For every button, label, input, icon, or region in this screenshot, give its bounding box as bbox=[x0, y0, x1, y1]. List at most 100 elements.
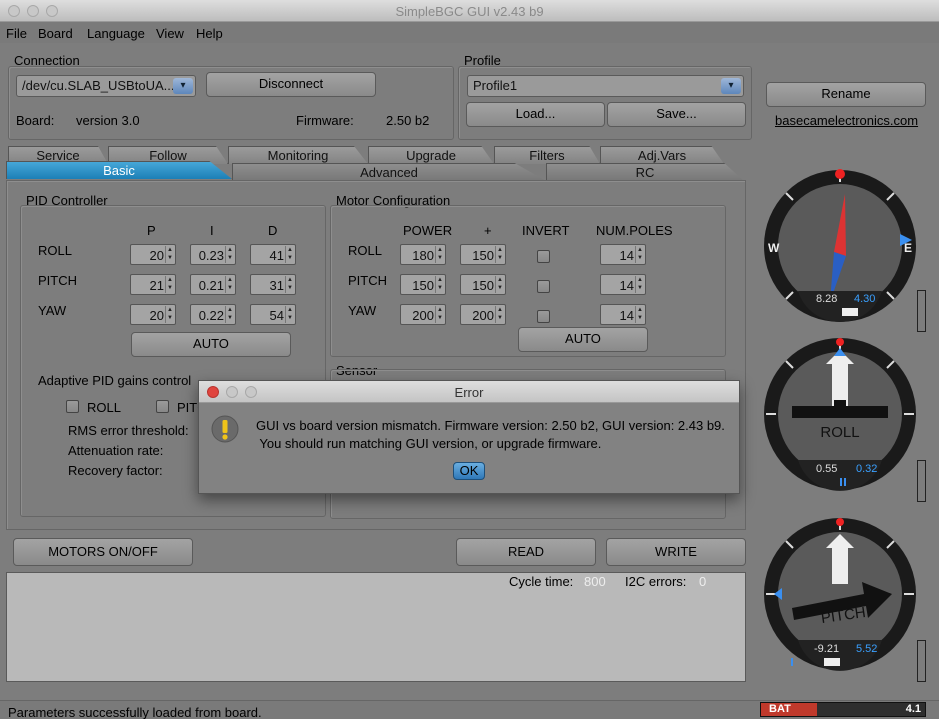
spinner-arrows-icon[interactable]: ▲ ▼ bbox=[635, 246, 644, 263]
menu-view[interactable]: View bbox=[156, 26, 184, 41]
spinner-arrows-icon[interactable]: ▲ ▼ bbox=[495, 246, 504, 263]
spinner-arrows-icon[interactable]: ▲ ▼ bbox=[495, 306, 504, 323]
pitch-gauge: PITCH -9.21 5.52 bbox=[764, 518, 916, 671]
pitch-d-spinner[interactable]: 31 ▲ ▼ bbox=[250, 274, 296, 295]
chevron-down-icon: ▾ bbox=[173, 78, 193, 94]
pitch-p-spinner[interactable]: 21 ▲ ▼ bbox=[130, 274, 176, 295]
pitch-plus-spinner[interactable]: 150 ▲ ▼ bbox=[460, 274, 506, 295]
spinner-value: 14 bbox=[619, 248, 634, 263]
roll-poles-spinner[interactable]: 14 ▲ ▼ bbox=[600, 244, 646, 265]
motor-row-label: ROLL bbox=[348, 243, 382, 258]
yaw-angle-value: 8.28 bbox=[816, 293, 837, 305]
tab-monitoring[interactable]: Monitoring bbox=[228, 146, 368, 164]
adaptive-pitch-checkbox[interactable] bbox=[156, 400, 169, 413]
tab-filters[interactable]: Filters bbox=[494, 146, 600, 164]
yaw-indicator-bar bbox=[842, 308, 858, 316]
motor-col-poles: NUM.POLES bbox=[596, 223, 673, 238]
spinner-value: 150 bbox=[472, 248, 494, 263]
save-profile-button[interactable]: Save... bbox=[607, 102, 746, 127]
write-button[interactable]: WRITE bbox=[606, 538, 746, 566]
dialog-ok-button[interactable]: OK bbox=[453, 462, 485, 480]
compass-east-label: E bbox=[904, 241, 912, 255]
roll-power-spinner[interactable]: 180 ▲ ▼ bbox=[400, 244, 446, 265]
i2c-errors-label: I2C errors: bbox=[625, 574, 687, 589]
pid-col-p: P bbox=[147, 223, 156, 238]
spinner-value: 54 bbox=[269, 308, 284, 323]
recovery-label: Recovery factor: bbox=[68, 463, 163, 478]
pitch-rate-value: 5.52 bbox=[856, 643, 877, 655]
warning-icon bbox=[211, 415, 239, 443]
pitch-i-spinner[interactable]: 0.21 ▲ ▼ bbox=[190, 274, 236, 295]
spinner-value: 20 bbox=[149, 248, 164, 263]
board-label: Board: bbox=[16, 113, 55, 128]
read-button[interactable]: READ bbox=[456, 538, 596, 566]
roll-p-spinner[interactable]: 20 ▲ ▼ bbox=[130, 244, 176, 265]
motor-row-label: YAW bbox=[348, 303, 377, 318]
roll-d-spinner[interactable]: 41 ▲ ▼ bbox=[250, 244, 296, 265]
spinner-arrows-icon[interactable]: ▲ ▼ bbox=[495, 276, 504, 293]
pitch-power-spinner[interactable]: 150 ▲ ▼ bbox=[400, 274, 446, 295]
roll-plus-spinner[interactable]: 150 ▲ ▼ bbox=[460, 244, 506, 265]
motors-toggle-button[interactable]: MOTORS ON/OFF bbox=[13, 538, 193, 566]
spinner-value: 14 bbox=[619, 278, 634, 293]
battery-voltage: 4.1 bbox=[905, 703, 921, 715]
adaptive-roll-checkbox[interactable] bbox=[66, 400, 79, 413]
website-link[interactable]: basecamelectronics.com bbox=[775, 113, 918, 128]
firmware-version: 2.50 b2 bbox=[386, 113, 430, 128]
yaw-p-spinner[interactable]: 20 ▲ ▼ bbox=[130, 304, 176, 325]
spinner-arrows-icon[interactable]: ▲ ▼ bbox=[635, 306, 644, 323]
tab-basic[interactable]: Basic bbox=[6, 161, 232, 179]
spinner-arrows-icon[interactable]: ▲ ▼ bbox=[225, 276, 234, 293]
motor-auto-button[interactable]: AUTO bbox=[518, 327, 648, 352]
load-profile-button[interactable]: Load... bbox=[466, 102, 605, 127]
yaw-compass-gauge: W E 8.28 4.30 bbox=[764, 169, 916, 322]
spinner-arrows-icon[interactable]: ▲ ▼ bbox=[285, 246, 294, 263]
spinner-arrows-icon[interactable]: ▲ ▼ bbox=[435, 246, 444, 263]
spinner-arrows-icon[interactable]: ▲ ▼ bbox=[435, 306, 444, 323]
pitch-angle-value: -9.21 bbox=[814, 643, 839, 655]
roll-i-spinner[interactable]: 0.23 ▲ ▼ bbox=[190, 244, 236, 265]
pid-col-i: I bbox=[210, 223, 214, 238]
rename-profile-button[interactable]: Rename bbox=[766, 82, 926, 107]
tab-upgrade[interactable]: Upgrade bbox=[368, 146, 494, 164]
pid-row-label: ROLL bbox=[38, 243, 72, 258]
pitch-poles-spinner[interactable]: 14 ▲ ▼ bbox=[600, 274, 646, 295]
spinner-arrows-icon[interactable]: ▲ ▼ bbox=[285, 276, 294, 293]
profile-select[interactable]: Profile1 ▾ bbox=[467, 75, 744, 97]
adaptive-title: Adaptive PID gains control bbox=[38, 373, 192, 388]
tab-advanced[interactable]: Advanced bbox=[232, 163, 546, 181]
yaw-d-spinner[interactable]: 54 ▲ ▼ bbox=[250, 304, 296, 325]
disconnect-button[interactable]: Disconnect bbox=[206, 72, 376, 97]
port-select[interactable]: /dev/cu.SLAB_USBtoUA... ▾ bbox=[16, 75, 196, 97]
tab-adj-vars[interactable]: Adj.Vars bbox=[600, 146, 724, 164]
pitch-level-meter bbox=[917, 640, 926, 682]
pid-auto-button[interactable]: AUTO bbox=[131, 332, 291, 357]
attenuation-label: Attenuation rate: bbox=[68, 443, 164, 458]
spinner-arrows-icon[interactable]: ▲ ▼ bbox=[225, 306, 234, 323]
spinner-arrows-icon[interactable]: ▲ ▼ bbox=[635, 276, 644, 293]
spinner-value: 0.22 bbox=[198, 308, 224, 323]
yaw-poles-spinner[interactable]: 14 ▲ ▼ bbox=[600, 304, 646, 325]
pitch-invert-checkbox[interactable] bbox=[537, 280, 550, 293]
roll-gauge-label: ROLL bbox=[820, 424, 859, 441]
spinner-arrows-icon[interactable]: ▲ ▼ bbox=[225, 246, 234, 263]
spinner-value: 41 bbox=[269, 248, 284, 263]
yaw-i-spinner[interactable]: 0.22 ▲ ▼ bbox=[190, 304, 236, 325]
status-message: Parameters successfully loaded from boar… bbox=[8, 705, 262, 719]
yaw-plus-spinner[interactable]: 200 ▲ ▼ bbox=[460, 304, 506, 325]
spinner-arrows-icon[interactable]: ▲ ▼ bbox=[165, 306, 174, 323]
yaw-power-spinner[interactable]: 200 ▲ ▼ bbox=[400, 304, 446, 325]
spinner-arrows-icon[interactable]: ▲ ▼ bbox=[165, 246, 174, 263]
menu-help[interactable]: Help bbox=[196, 26, 223, 41]
spinner-arrows-icon[interactable]: ▲ ▼ bbox=[285, 306, 294, 323]
menu-file[interactable]: File bbox=[6, 26, 27, 41]
yaw-invert-checkbox[interactable] bbox=[537, 310, 550, 323]
title-bar: SimpleBGC GUI v2.43 b9 bbox=[0, 0, 939, 22]
menu-language[interactable]: Language bbox=[87, 26, 145, 41]
roll-invert-checkbox[interactable] bbox=[537, 250, 550, 263]
spinner-arrows-icon[interactable]: ▲ ▼ bbox=[165, 276, 174, 293]
roll-gauge: ROLL 0.55 0.32 bbox=[764, 338, 916, 491]
spinner-arrows-icon[interactable]: ▲ ▼ bbox=[435, 276, 444, 293]
tab-rc[interactable]: RC bbox=[546, 163, 744, 181]
menu-board[interactable]: Board bbox=[38, 26, 73, 41]
